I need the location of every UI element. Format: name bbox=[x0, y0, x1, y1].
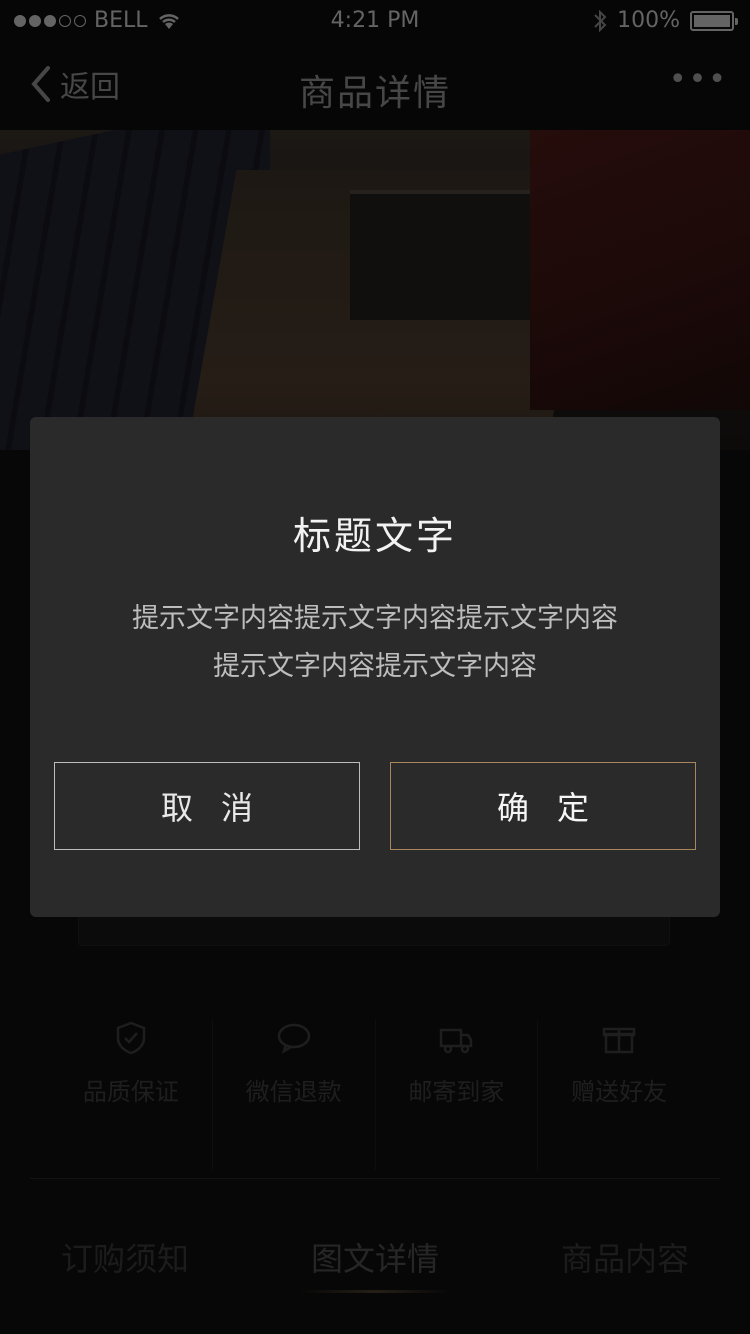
dialog-message-line: 提示文字内容提示文字内容提示文字内容 bbox=[132, 603, 618, 634]
dialog-message-line: 提示文字内容提示文字内容 bbox=[213, 651, 537, 682]
cancel-button[interactable]: 取消 bbox=[54, 762, 360, 850]
dialog-message: 提示文字内容提示文字内容提示文字内容 提示文字内容提示文字内容 bbox=[70, 595, 680, 691]
dialog-title: 标题文字 bbox=[292, 514, 457, 558]
confirm-button[interactable]: 确定 bbox=[390, 762, 696, 850]
screen: BELL 4:21 PM 100% 返回 商品详情 ••• 品质保证 微信退款 … bbox=[0, 0, 750, 1334]
confirm-dialog: 标题文字 提示文字内容提示文字内容提示文字内容 提示文字内容提示文字内容 取消 … bbox=[30, 417, 720, 917]
